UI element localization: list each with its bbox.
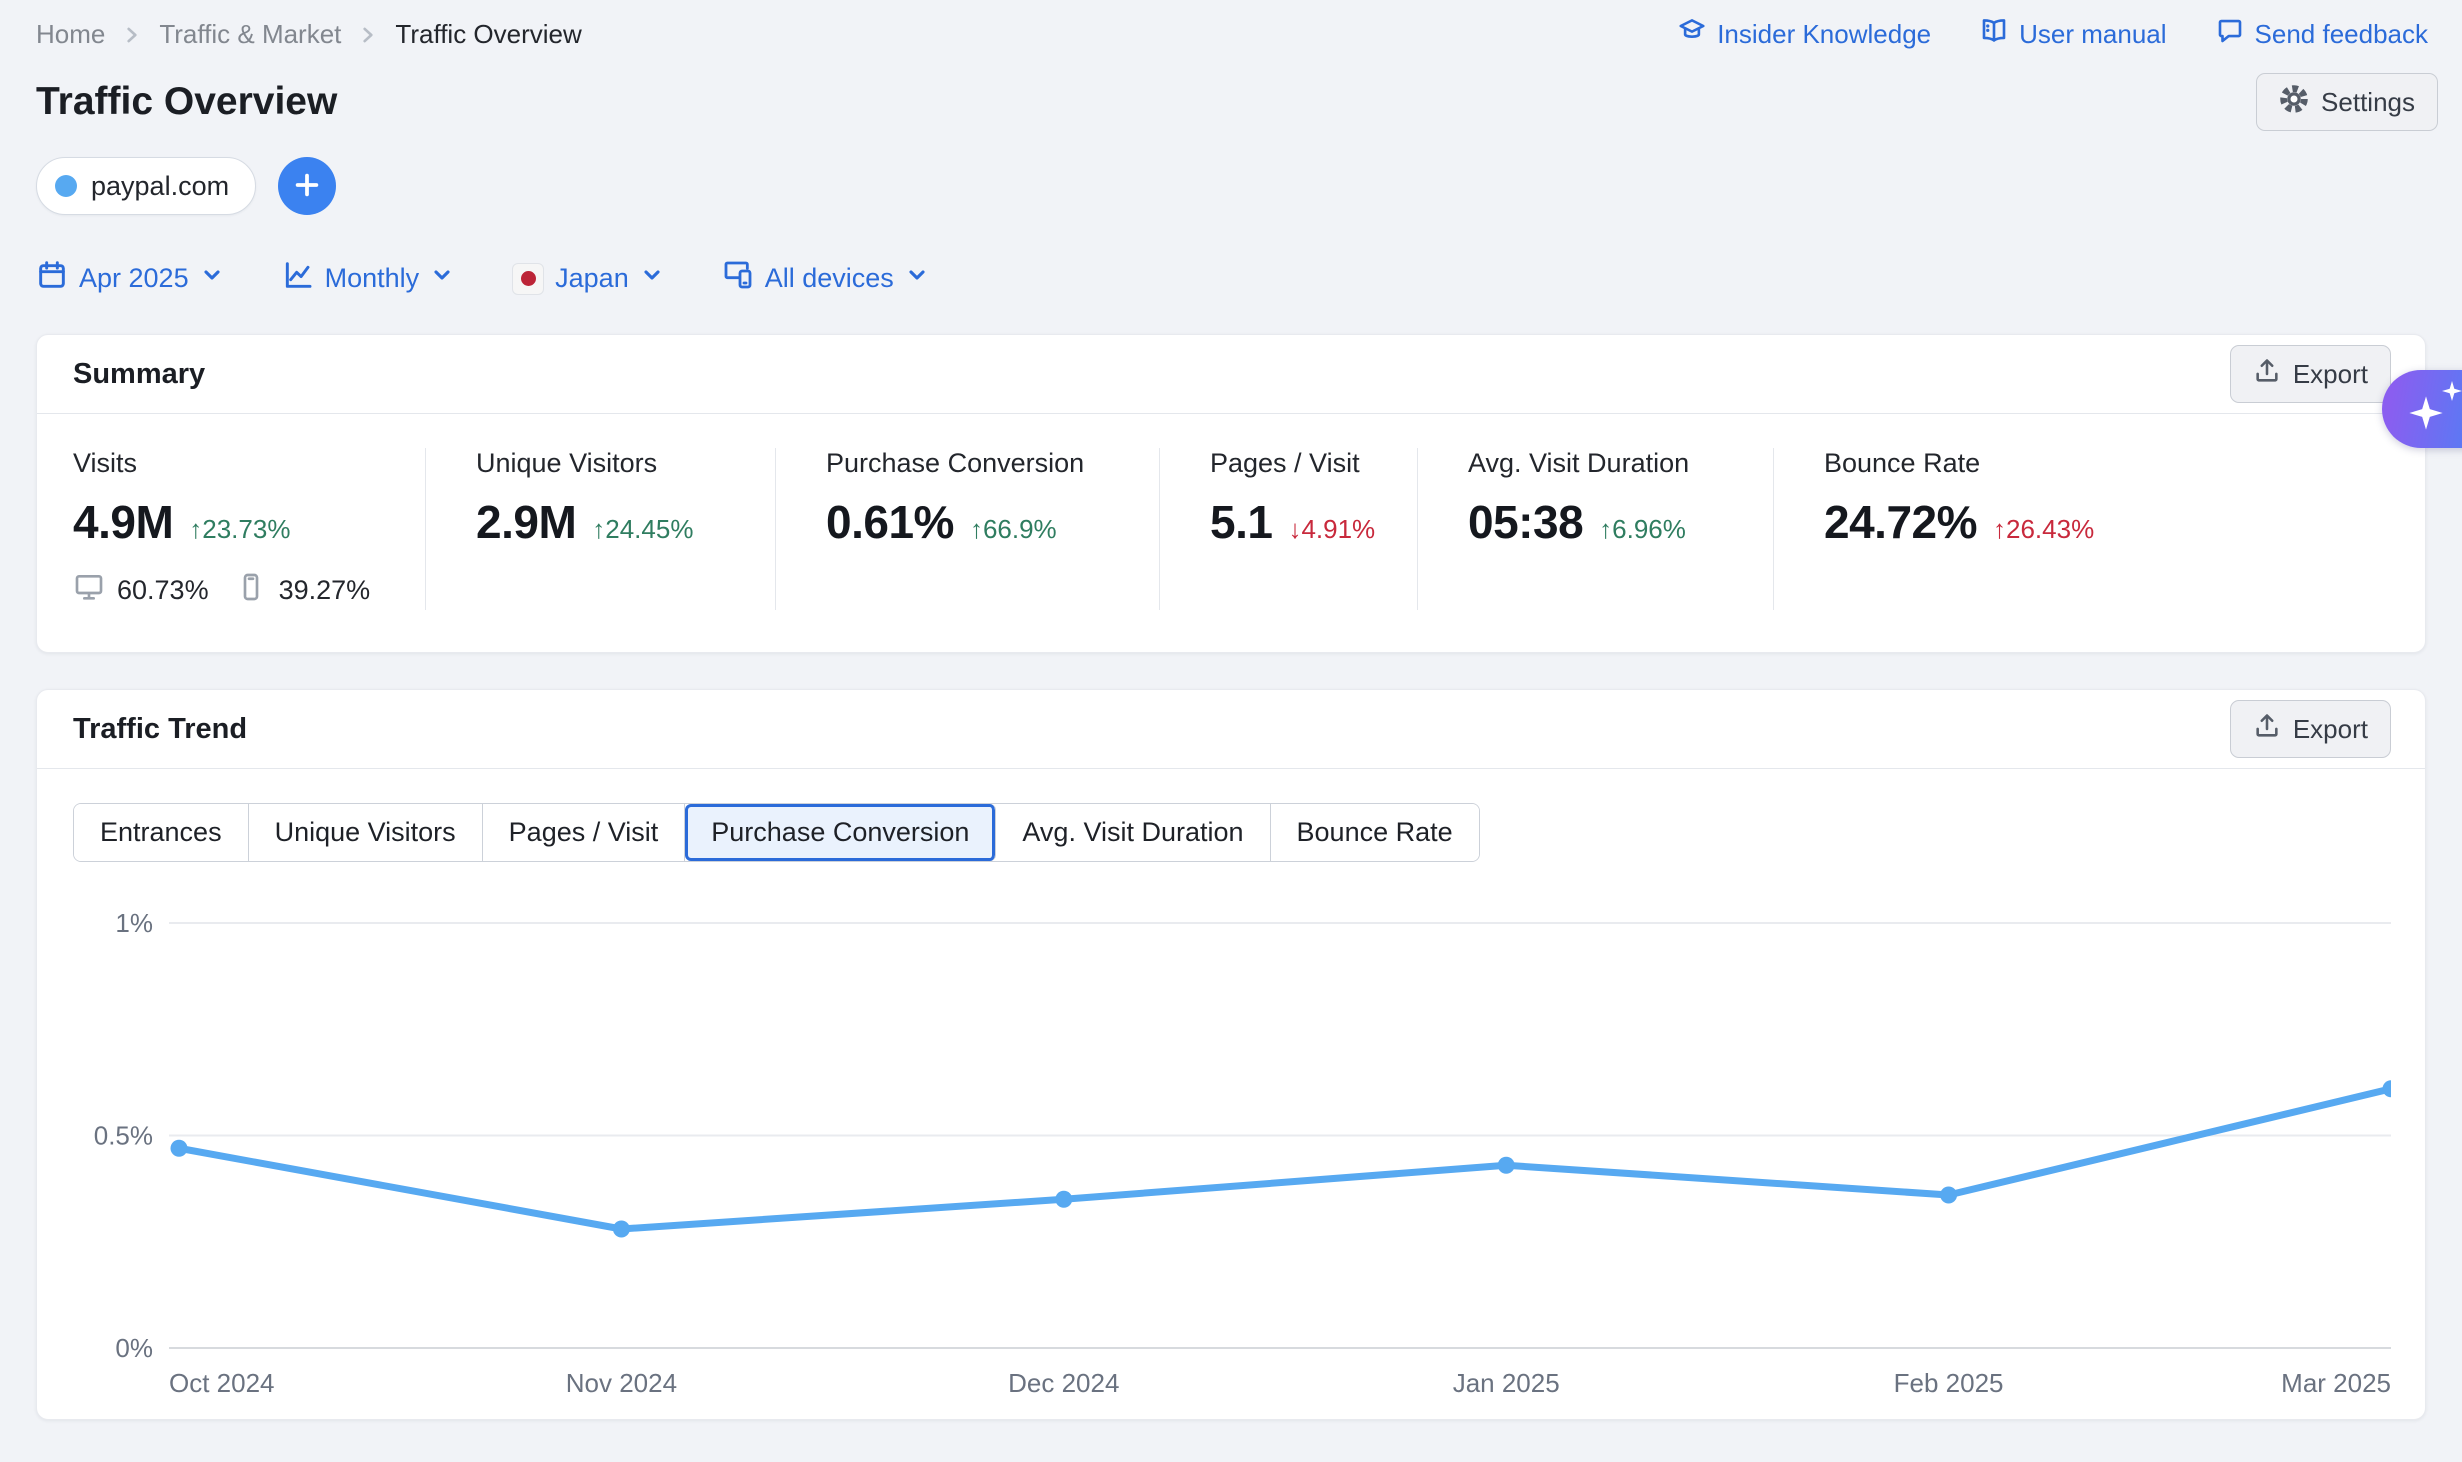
metric-delta: ↑26.43% bbox=[1993, 514, 2094, 545]
traffic-trend-title: Traffic Trend bbox=[73, 713, 247, 746]
x-tick-label: Feb 2025 bbox=[1894, 1368, 2004, 1398]
tab-pages-per-visit[interactable]: Pages / Visit bbox=[483, 804, 686, 861]
breadcrumb: Home Traffic & Market Traffic Overview bbox=[36, 19, 582, 50]
chevron-down-icon bbox=[640, 263, 664, 294]
settings-button[interactable]: Settings bbox=[2256, 73, 2438, 131]
feedback-icon bbox=[2215, 16, 2245, 53]
export-icon bbox=[2253, 712, 2281, 747]
summary-card: Summary Export Visits 4.9M ↑23.73% bbox=[36, 334, 2426, 653]
desktop-icon bbox=[73, 571, 105, 610]
chevron-down-icon bbox=[905, 263, 929, 294]
metric-value: 5.1 bbox=[1210, 495, 1272, 549]
summary-export-button[interactable]: Export bbox=[2230, 345, 2391, 403]
book-icon bbox=[1979, 16, 2009, 53]
line-chart-icon bbox=[282, 259, 314, 298]
sparkles-icon bbox=[2406, 379, 2462, 439]
metric-delta: ↑66.9% bbox=[970, 514, 1057, 545]
summary-metrics: Visits 4.9M ↑23.73% 60.73% 39.27% bbox=[37, 414, 2425, 652]
metric-delta: ↓4.91% bbox=[1288, 514, 1375, 545]
domain-chip-label: paypal.com bbox=[91, 171, 229, 202]
chart-point[interactable] bbox=[1055, 1191, 1072, 1208]
metric-delta: ↑6.96% bbox=[1599, 514, 1686, 545]
title-row: Traffic Overview Settings bbox=[0, 53, 2462, 131]
metric-value: 05:38 bbox=[1468, 495, 1583, 549]
breadcrumb-home[interactable]: Home bbox=[36, 19, 105, 50]
chart-point[interactable] bbox=[2383, 1080, 2392, 1097]
devices-icon bbox=[722, 259, 754, 298]
y-tick-label: 0% bbox=[115, 1333, 153, 1363]
target-row: paypal.com bbox=[0, 131, 2462, 215]
top-bar: Home Traffic & Market Traffic Overview I… bbox=[0, 0, 2462, 53]
y-tick-label: 0.5% bbox=[94, 1121, 153, 1151]
breadcrumb-current: Traffic Overview bbox=[395, 19, 581, 50]
header-links: Insider Knowledge User manual Send feedb… bbox=[1677, 16, 2428, 53]
x-tick-label: Oct 2024 bbox=[169, 1368, 275, 1398]
y-tick-label: 1% bbox=[115, 908, 153, 938]
chevron-down-icon bbox=[200, 263, 224, 294]
tab-entrances[interactable]: Entrances bbox=[74, 804, 249, 861]
metric-bounce-rate: Bounce Rate 24.72% ↑26.43% bbox=[1773, 448, 2425, 610]
device-split: 60.73% 39.27% bbox=[73, 571, 425, 610]
japan-flag-icon bbox=[512, 263, 544, 295]
metric-unique-visitors: Unique Visitors 2.9M ↑24.45% bbox=[425, 448, 775, 610]
gear-icon bbox=[2279, 84, 2309, 121]
trend-chart: 0% 0.5% 1% Oct 2024 Nov 2024 Dec 2024 Jan 2025… bbox=[37, 862, 2425, 1419]
add-competitor-button[interactable] bbox=[278, 157, 336, 215]
devices-filter[interactable]: All devices bbox=[722, 259, 929, 298]
metric-delta: ↑23.73% bbox=[189, 514, 290, 545]
chart-point[interactable] bbox=[613, 1221, 630, 1238]
export-icon bbox=[2253, 357, 2281, 392]
x-tick-label: Jan 2025 bbox=[1453, 1368, 1560, 1398]
trend-tabs: Entrances Unique Visitors Pages / Visit … bbox=[73, 803, 1480, 862]
desktop-share: 60.73% bbox=[117, 575, 209, 606]
academy-icon bbox=[1677, 16, 1707, 53]
traffic-trend-card: Traffic Trend Export Entrances Unique Vi… bbox=[36, 689, 2426, 1420]
tab-unique-visitors[interactable]: Unique Visitors bbox=[249, 804, 483, 861]
tab-avg-visit-duration[interactable]: Avg. Visit Duration bbox=[996, 804, 1270, 861]
chevron-down-icon bbox=[430, 263, 454, 294]
mobile-share: 39.27% bbox=[279, 575, 371, 606]
traffic-trend-header: Traffic Trend Export bbox=[37, 690, 2425, 769]
metric-value: 24.72% bbox=[1824, 495, 1977, 549]
domain-color-dot bbox=[55, 175, 77, 197]
trend-chart-svg[interactable]: 0% 0.5% 1% Oct 2024 Nov 2024 Dec 2024 Jan 2025… bbox=[73, 886, 2391, 1406]
metric-pages-per-visit: Pages / Visit 5.1 ↓4.91% bbox=[1159, 448, 1417, 610]
chart-point[interactable] bbox=[1498, 1157, 1515, 1174]
mobile-icon bbox=[235, 571, 267, 610]
send-feedback-link[interactable]: Send feedback bbox=[2215, 16, 2428, 53]
metric-value: 2.9M bbox=[476, 495, 576, 549]
user-manual-link[interactable]: User manual bbox=[1979, 16, 2166, 53]
ai-assistant-button[interactable] bbox=[2382, 370, 2462, 448]
metric-value: 0.61% bbox=[826, 495, 954, 549]
trend-tabs-wrap: Entrances Unique Visitors Pages / Visit … bbox=[37, 769, 2425, 862]
chevron-right-icon bbox=[121, 24, 143, 46]
tab-purchase-conversion[interactable]: Purchase Conversion bbox=[685, 804, 996, 861]
x-tick-label: Nov 2024 bbox=[566, 1368, 677, 1398]
chevron-right-icon bbox=[357, 24, 379, 46]
breadcrumb-traffic-market[interactable]: Traffic & Market bbox=[159, 19, 341, 50]
region-filter[interactable]: Japan bbox=[512, 263, 664, 295]
calendar-icon bbox=[36, 259, 68, 298]
filter-row: Apr 2025 Monthly Japan All dev bbox=[0, 215, 2462, 298]
plus-icon bbox=[292, 170, 322, 203]
chart-point[interactable] bbox=[1940, 1187, 1957, 1204]
chart-point[interactable] bbox=[171, 1140, 188, 1157]
date-filter[interactable]: Apr 2025 bbox=[36, 259, 224, 298]
page-title: Traffic Overview bbox=[36, 80, 337, 124]
x-tick-label: Mar 2025 bbox=[2281, 1368, 2391, 1398]
trend-export-button[interactable]: Export bbox=[2230, 700, 2391, 758]
metric-avg-visit-duration: Avg. Visit Duration 05:38 ↑6.96% bbox=[1417, 448, 1773, 610]
metric-purchase-conversion: Purchase Conversion 0.61% ↑66.9% bbox=[775, 448, 1159, 610]
x-tick-label: Dec 2024 bbox=[1008, 1368, 1119, 1398]
domain-chip[interactable]: paypal.com bbox=[36, 157, 256, 215]
metric-delta: ↑24.45% bbox=[592, 514, 693, 545]
trend-line bbox=[179, 1089, 2391, 1229]
metric-value: 4.9M bbox=[73, 495, 173, 549]
summary-title: Summary bbox=[73, 358, 205, 391]
metric-visits: Visits 4.9M ↑23.73% 60.73% 39.27% bbox=[37, 448, 425, 610]
summary-header: Summary Export bbox=[37, 335, 2425, 414]
tab-bounce-rate[interactable]: Bounce Rate bbox=[1271, 804, 1479, 861]
granularity-filter[interactable]: Monthly bbox=[282, 259, 455, 298]
insider-knowledge-link[interactable]: Insider Knowledge bbox=[1677, 16, 1931, 53]
